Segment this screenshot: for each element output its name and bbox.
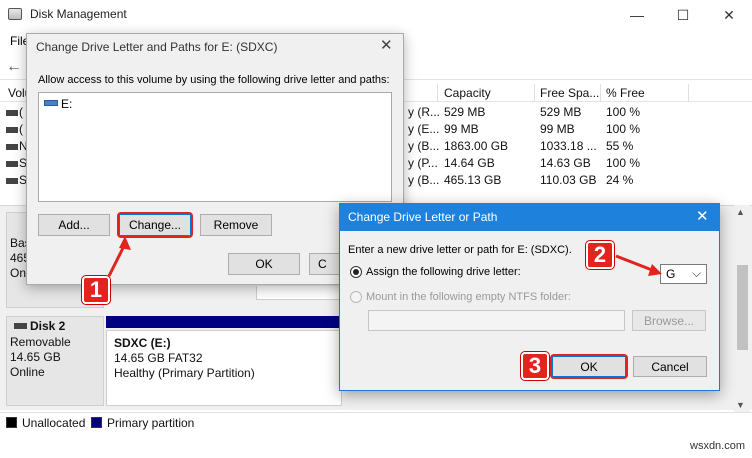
- column-separator[interactable]: [534, 84, 535, 102]
- browse-button[interactable]: Browse...: [632, 310, 706, 331]
- disk2-status: Online: [10, 365, 45, 379]
- legend-primary: Primary partition: [107, 416, 195, 430]
- volume-filesystem: y (P...: [408, 156, 438, 170]
- volume-capacity: 465.13 GB: [444, 173, 502, 187]
- volume-free: 529 MB: [540, 105, 582, 119]
- volume-free: 110.03 GB: [540, 173, 597, 187]
- minimize-button[interactable]: —: [614, 0, 660, 30]
- dialog-paths-ok-button[interactable]: OK: [228, 253, 300, 275]
- volume-icon: [6, 161, 18, 167]
- column-free-space[interactable]: Free Spa...: [540, 86, 599, 100]
- scrollbar-thumb[interactable]: [737, 265, 748, 350]
- column-separator[interactable]: [600, 84, 601, 102]
- disk-icon: [14, 323, 27, 329]
- drive-paths-list[interactable]: [38, 92, 392, 202]
- disk2-size: 14.65 GB: [10, 350, 61, 364]
- volume-pct-free: 100 %: [606, 156, 641, 170]
- volume-capacity: 529 MB: [444, 105, 486, 119]
- assign-letter-label[interactable]: Assign the following drive letter:: [366, 266, 521, 278]
- add-button[interactable]: Add...: [38, 214, 110, 236]
- volume-icon: [6, 127, 18, 133]
- step-3-badge: 3: [521, 352, 549, 380]
- volume-name: (: [19, 122, 23, 136]
- arrow-step2-icon: [615, 254, 662, 276]
- scroll-up-icon[interactable]: ▲: [736, 207, 745, 217]
- partition-health: Healthy (Primary Partition): [114, 366, 255, 380]
- volume-icon: [6, 178, 18, 184]
- back-arrow-icon[interactable]: ←: [6, 58, 22, 76]
- disk2-type: Removable: [10, 335, 71, 349]
- dialog-paths-close-button[interactable]: ✕: [380, 36, 393, 54]
- disk1-status-fragment: On: [10, 266, 27, 280]
- dialog-letter-cancel-button[interactable]: Cancel: [633, 356, 707, 377]
- volume-pct-free: 24 %: [606, 173, 634, 187]
- drive-letter-select[interactable]: G ⌵: [660, 264, 707, 284]
- dialog-letter-prompt: Enter a new drive letter or path for E: …: [348, 244, 572, 256]
- close-window-button[interactable]: ✕: [706, 0, 752, 30]
- column-separator[interactable]: [688, 84, 689, 102]
- volume-pct-free: 100 %: [606, 122, 641, 136]
- highlight-ok-button: [550, 354, 628, 379]
- dialog-paths-title: Change Drive Letter and Paths for E: (SD…: [36, 40, 278, 54]
- dialog-paths-cancel-button[interactable]: C: [309, 253, 339, 275]
- mount-folder-radio[interactable]: [350, 291, 362, 303]
- selected-letter: G: [666, 267, 676, 281]
- step-1-badge: 1: [82, 276, 110, 304]
- volume-filesystem: y (B...: [408, 173, 440, 187]
- volume-free: 14.63 GB: [540, 156, 591, 170]
- volume-capacity: 1863.00 GB: [444, 139, 509, 153]
- assign-letter-radio[interactable]: [350, 266, 362, 278]
- column-separator[interactable]: [437, 84, 438, 102]
- partition-size: 14.65 GB FAT32: [114, 351, 203, 365]
- partition-name: SDXC (E:): [114, 336, 171, 350]
- drive-path-entry[interactable]: E:: [61, 97, 72, 111]
- primary-swatch: [91, 417, 102, 428]
- watermark: wsxdn.com: [690, 440, 746, 452]
- app-title: Disk Management: [30, 7, 127, 21]
- volume-name: (: [19, 105, 23, 119]
- volume-capacity: 99 MB: [444, 122, 479, 136]
- remove-button[interactable]: Remove: [200, 214, 272, 236]
- dialog-letter-close-button[interactable]: ✕: [696, 207, 709, 225]
- legend-unallocated: Unallocated: [22, 416, 86, 430]
- disk-management-icon: [8, 8, 22, 20]
- volume-pct-free: 55 %: [606, 139, 634, 153]
- volume-capacity: 14.64 GB: [444, 156, 495, 170]
- partition-color-bar: [106, 316, 342, 328]
- volume-icon: [6, 110, 18, 116]
- disk1-partition-fragment[interactable]: [256, 286, 340, 300]
- volume-filesystem: y (R...: [408, 105, 440, 119]
- volume-pct-free: 100 %: [606, 105, 641, 119]
- volume-filesystem: y (B...: [408, 139, 440, 153]
- drive-icon: [44, 100, 58, 106]
- unallocated-swatch: [6, 417, 17, 428]
- volume-icon: [6, 144, 18, 150]
- disk2-name: Disk 2: [30, 319, 66, 333]
- chevron-down-icon: ⌵: [692, 266, 702, 280]
- step-2-badge: 2: [586, 241, 614, 269]
- dialog-letter-title: Change Drive Letter or Path: [348, 210, 498, 224]
- dialog-paths-description: Allow access to this volume by using the…: [38, 74, 390, 86]
- volume-filesystem: y (E...: [408, 122, 440, 136]
- maximize-button[interactable]: ☐: [660, 0, 706, 30]
- ntfs-folder-path-input[interactable]: [368, 310, 625, 331]
- column-percent-free[interactable]: % Free: [606, 86, 645, 100]
- volume-free: 99 MB: [540, 122, 575, 136]
- volume-free: 1033.18 ...: [540, 139, 597, 153]
- mount-folder-label[interactable]: Mount in the following empty NTFS folder…: [366, 291, 571, 303]
- column-capacity[interactable]: Capacity: [444, 86, 491, 100]
- scroll-down-icon[interactable]: ▼: [736, 400, 745, 410]
